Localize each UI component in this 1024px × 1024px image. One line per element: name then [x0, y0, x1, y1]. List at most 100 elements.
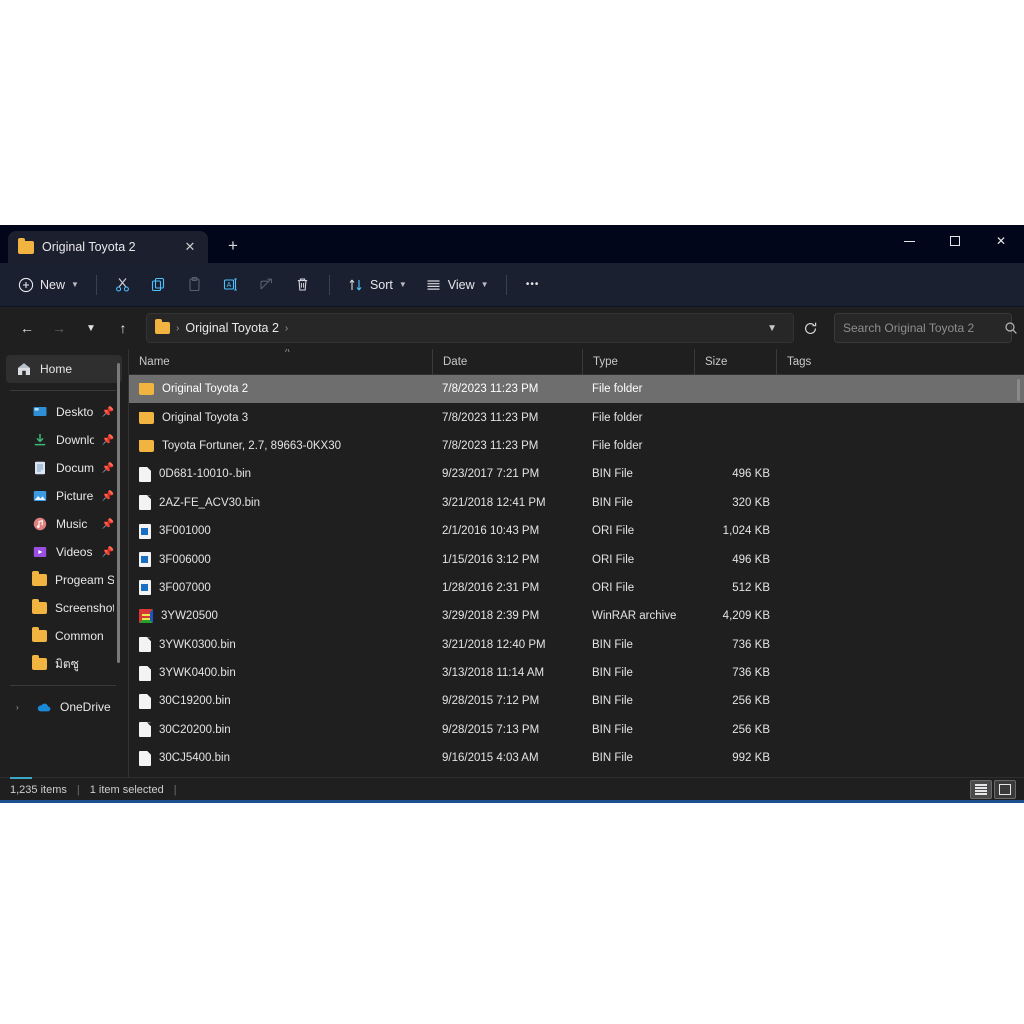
cell-size: 320 KB [732, 496, 770, 509]
breadcrumb-separator-2[interactable]: › [283, 323, 290, 334]
view-button[interactable]: View ▼ [417, 270, 497, 300]
file-name: 3YWK0300.bin [159, 638, 236, 651]
plus-circle-icon [18, 277, 34, 293]
up-button[interactable]: ↑ [108, 313, 138, 343]
sidebar-item-thai-folder[interactable]: มิตซู [6, 650, 122, 678]
sort-button-label: Sort [369, 277, 393, 292]
search-input[interactable] [843, 321, 998, 335]
table-row[interactable]: 3YWK0300.bin 3/21/2018 12:40 PM BIN File 73… [129, 631, 1024, 659]
cell-size: 496 KB [732, 468, 770, 481]
file-name: Original Toyota 3 [162, 411, 249, 424]
rename-button[interactable]: A [214, 270, 248, 300]
table-row[interactable]: Original Toyota 3 7/8/2023 11:23 PM File f… [129, 403, 1024, 431]
sidebar-item-documents[interactable]: Documents 📌 [6, 454, 122, 482]
breadcrumb-current[interactable]: Original Toyota 2 [185, 321, 279, 335]
table-row[interactable]: Original Toyota 2 7/8/2023 11:23 PM File f… [129, 375, 1024, 404]
tab-original-toyota-2[interactable]: Original Toyota 2 ✕ [8, 231, 208, 263]
column-header-size[interactable]: Size [694, 349, 776, 375]
table-row[interactable]: 2AZ-FE_ACV30.bin 3/21/2018 12:41 PM BIN Fi… [129, 489, 1024, 517]
cut-button[interactable] [106, 270, 140, 300]
sidebar-item-common[interactable]: Common [6, 622, 122, 650]
forward-button[interactable]: → [44, 313, 74, 343]
rename-icon: A [222, 276, 240, 293]
cell-type: File folder [592, 383, 643, 396]
file-name: 3F006000 [159, 553, 211, 566]
sidebar-item-downloads[interactable]: Downloads 📌 [6, 426, 122, 454]
sidebar-scrollbar[interactable] [117, 363, 120, 663]
paste-button[interactable] [178, 270, 212, 300]
copy-button[interactable] [142, 270, 176, 300]
back-button[interactable]: ← [12, 313, 42, 343]
new-button[interactable]: New ▼ [10, 270, 87, 300]
svg-text:A: A [227, 282, 232, 289]
sidebar-item-label: Pictures [56, 489, 94, 503]
maximize-icon[interactable] [932, 225, 978, 257]
close-icon[interactable]: ✕ [978, 225, 1024, 257]
new-tab-button[interactable]: + [218, 231, 248, 261]
table-row[interactable]: 30C19200.bin 9/28/2015 7:12 PM BIN File 256… [129, 687, 1024, 715]
column-header-tags[interactable]: Tags [776, 349, 842, 375]
sidebar-item-progeam-service[interactable]: Progeam Service [6, 566, 122, 594]
delete-button[interactable] [286, 270, 320, 300]
more-options-button[interactable]: ••• [516, 270, 550, 300]
sidebar-item-onedrive[interactable]: › OneDrive [6, 693, 122, 721]
sidebar-item-screenshots[interactable]: Screenshots [6, 594, 122, 622]
table-row[interactable]: 0D681-10010-.bin 9/23/2017 7:21 PM BIN Fil… [129, 460, 1024, 488]
search-box[interactable] [834, 313, 1017, 343]
table-row[interactable]: Toyota Fortuner, 2.7, 89663-0KX30 7/8/202… [129, 432, 1024, 460]
sidebar-item-videos[interactable]: Videos 📌 [6, 538, 122, 566]
cell-type: ORI File [592, 525, 635, 538]
table-row[interactable]: 30C20200.bin 9/28/2015 7:13 PM BIN File 256… [129, 716, 1024, 744]
table-row[interactable]: 3F007000 1/28/2016 2:31 PM ORI File 512 KB [129, 574, 1024, 602]
pin-icon[interactable]: 📌 [102, 407, 114, 418]
toolbar-divider [95, 274, 97, 295]
details-view-icon[interactable] [970, 780, 992, 799]
trash-icon [294, 276, 311, 293]
view-button-label: View [447, 277, 475, 292]
cell-date: 3/29/2018 2:39 PM [442, 610, 540, 623]
sidebar-item-label: Downloads [56, 433, 94, 447]
share-button[interactable] [250, 270, 284, 300]
pin-icon[interactable]: 📌 [102, 547, 114, 558]
sidebar-item-pictures[interactable]: Pictures 📌 [6, 482, 122, 510]
folder-icon [18, 237, 34, 254]
column-header-name[interactable]: Name ∧ [129, 349, 432, 375]
cell-size: 512 KB [732, 581, 770, 594]
large-icons-view-icon[interactable] [994, 780, 1016, 799]
pin-icon[interactable]: 📌 [102, 463, 114, 474]
search-icon[interactable] [1004, 321, 1018, 335]
breadcrumb[interactable]: › Original Toyota 2 › ▼ [146, 313, 794, 343]
cell-date: 9/16/2015 4:03 AM [442, 752, 539, 765]
table-row[interactable]: 3F006000 1/15/2016 3:12 PM ORI File 496 KB [129, 545, 1024, 573]
sidebar-item-music[interactable]: Music 📌 [6, 510, 122, 538]
sidebar-item-home[interactable]: Home [6, 355, 122, 383]
file-list-scrollbar[interactable] [1017, 379, 1020, 401]
cell-name: 30CJ5400.bin [135, 750, 438, 766]
pin-icon[interactable]: 📌 [102, 491, 114, 502]
table-row[interactable]: 3YWK0400.bin 3/13/2018 11:14 AM BIN File 73… [129, 659, 1024, 687]
table-row[interactable]: 3F001000 2/1/2016 10:43 PM ORI File 1,024 K… [129, 517, 1024, 545]
recent-locations-button[interactable]: ▼ [76, 313, 106, 343]
pin-icon[interactable]: 📌 [102, 519, 114, 530]
cell-name: 3F001000 [135, 523, 438, 539]
folder-icon [139, 439, 154, 452]
cell-size: 736 KB [732, 667, 770, 680]
refresh-icon[interactable] [796, 314, 824, 342]
chevron-down-icon[interactable]: ▼ [757, 323, 787, 334]
minimize-icon[interactable] [886, 225, 932, 257]
cell-size: 992 KB [732, 752, 770, 765]
sidebar-item-desktop[interactable]: Desktop 📌 [6, 398, 122, 426]
cell-name: 3YWK0400.bin [135, 665, 438, 681]
table-row[interactable]: 30CJ5400.bin 9/16/2015 4:03 AM BIN File 992… [129, 744, 1024, 772]
column-header-type[interactable]: Type [582, 349, 694, 375]
videos-icon [32, 544, 48, 560]
sort-button[interactable]: Sort ▼ [339, 270, 415, 300]
file-list-pane: Name ∧ Date Type Size Tags [129, 349, 1024, 777]
column-header-date[interactable]: Date [432, 349, 582, 375]
chevron-right-icon[interactable]: › [16, 703, 28, 712]
pin-icon[interactable]: 📌 [102, 435, 114, 446]
close-icon[interactable]: ✕ [180, 237, 200, 257]
desktop-icon [32, 404, 48, 420]
folder-icon [32, 571, 47, 586]
table-row[interactable]: 3YW20500 3/29/2018 2:39 PM WinRAR archive 4… [129, 602, 1024, 630]
